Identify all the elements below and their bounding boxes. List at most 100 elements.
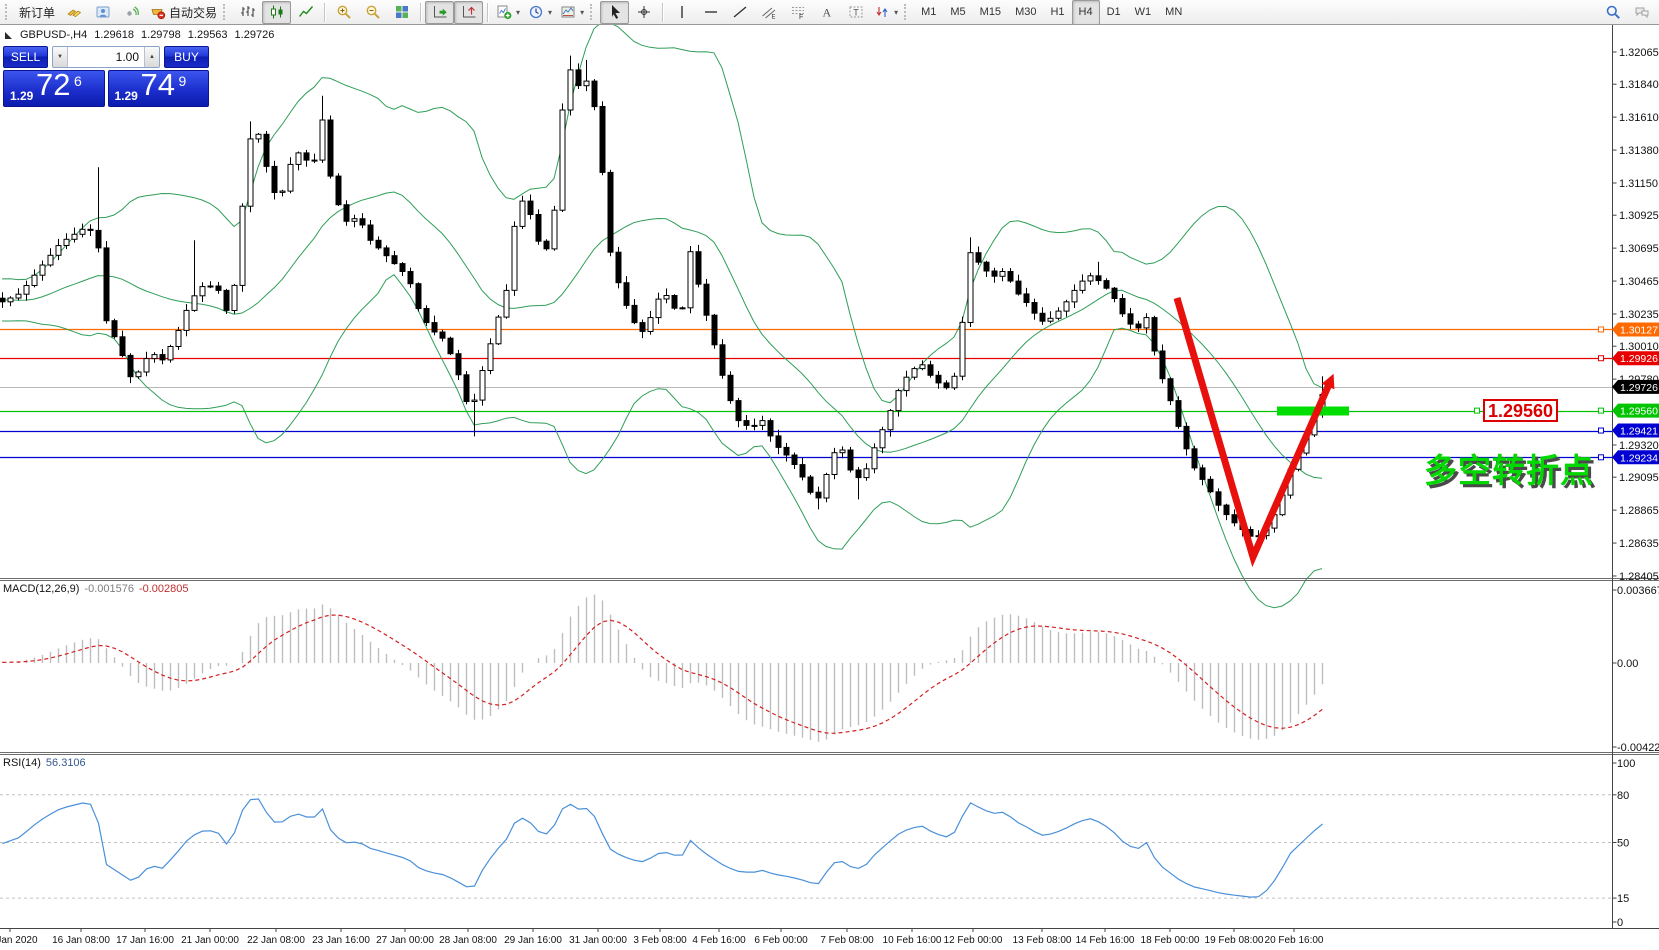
volume-increase-button[interactable]: ▲ xyxy=(144,47,159,67)
chart-shift-icon[interactable] xyxy=(454,1,483,24)
timeframe-m15[interactable]: M15 xyxy=(973,0,1008,25)
toolbar: 新订单 自动交易 ▾ ▾ ▾ E F AT ▾ M1M5M15 M30 H1 H4 D1W1 MN xyxy=(0,0,1659,25)
chart-corner-icon xyxy=(4,31,13,40)
toolbar-separator xyxy=(662,3,663,22)
equidistant-channel-icon[interactable]: E xyxy=(754,1,783,24)
new-order-button[interactable]: 新订单 xyxy=(15,1,59,24)
templates-icon[interactable]: ▾ xyxy=(556,1,588,24)
text-icon[interactable]: A xyxy=(812,1,841,24)
time-axis[interactable]: 15 Jan 202016 Jan 08:0017 Jan 16:0021 Ja… xyxy=(0,928,1324,946)
price-tick-label: 1.28635 xyxy=(1619,538,1659,550)
price-tick-label: 1.30465 xyxy=(1619,276,1659,288)
time-tick-label: 28 Jan 08:00 xyxy=(439,935,497,946)
volume-input[interactable] xyxy=(68,47,144,67)
timeframe-mn-label: MN xyxy=(1165,6,1182,18)
price-tag-label: 1.29421 xyxy=(1620,426,1658,438)
line-chart-icon xyxy=(298,4,314,20)
chart-canvas[interactable]: 1.320651.318401.316101.313801.311501.309… xyxy=(0,25,1659,950)
price-tag-label: 1.29560 xyxy=(1620,406,1658,418)
trendline-icon[interactable] xyxy=(725,1,754,24)
crosshair-icon[interactable] xyxy=(629,1,658,24)
svg-text:F: F xyxy=(799,14,803,20)
autotrading-icon xyxy=(150,4,166,20)
auto-scroll-icon[interactable] xyxy=(425,1,454,24)
tile-windows-icon[interactable] xyxy=(387,1,416,24)
buy-price-sup: 9 xyxy=(179,73,187,89)
time-tick-label: 3 Feb 08:00 xyxy=(633,935,687,946)
toolbar-grip xyxy=(904,4,910,20)
ohlc-close: 1.29726 xyxy=(235,29,275,41)
arrows-icon[interactable]: ▾ xyxy=(870,1,902,24)
volume-stepper: ▼ ▲ xyxy=(52,46,160,68)
timeframe-d1[interactable]: D1 xyxy=(1100,0,1128,25)
line-handle[interactable] xyxy=(1599,356,1604,361)
timeframe-h1[interactable]: H1 xyxy=(1043,0,1071,25)
chat-icon[interactable] xyxy=(1627,1,1656,24)
time-tick-label: 31 Jan 00:00 xyxy=(569,935,627,946)
periods-icon[interactable]: ▾ xyxy=(524,1,556,24)
dropdown-arrow-icon[interactable]: ▾ xyxy=(548,8,552,17)
price-tick-label: 1.29095 xyxy=(1619,472,1659,484)
line-handle[interactable] xyxy=(1599,455,1604,460)
rsi-value: 56.3106 xyxy=(46,757,86,769)
red-trend-arrow[interactable] xyxy=(1177,298,1330,557)
fibonacci-icon[interactable]: F xyxy=(783,1,812,24)
timeframe-m30-label: M30 xyxy=(1015,6,1036,18)
time-tick-label: 10 Feb 16:00 xyxy=(883,935,942,946)
auto-trading-button-label: 自动交易 xyxy=(169,4,217,21)
chat-icon xyxy=(1634,4,1650,20)
dropdown-arrow-icon[interactable]: ▾ xyxy=(894,8,898,17)
toolbar-separator xyxy=(324,3,325,22)
bar-chart-icon[interactable] xyxy=(233,1,262,24)
chart-area[interactable]: 1.320651.318401.316101.313801.311501.309… xyxy=(0,25,1659,950)
signal-center-icon[interactable] xyxy=(117,1,146,24)
zoom-in-icon[interactable] xyxy=(329,1,358,24)
cursor-icon[interactable] xyxy=(600,1,629,24)
line-handle[interactable] xyxy=(1599,428,1604,433)
dropdown-arrow-icon[interactable]: ▾ xyxy=(580,8,584,17)
price-callout-box[interactable]: 1.29560 xyxy=(1483,399,1558,422)
time-tick-label: 4 Feb 16:00 xyxy=(692,935,746,946)
price-tick-label: 1.31610 xyxy=(1619,112,1659,124)
zoom-out-icon[interactable] xyxy=(358,1,387,24)
new-chart-icon[interactable]: ▾ xyxy=(492,1,524,24)
pivot-note-text[interactable]: 多空转折点 xyxy=(1424,444,1594,492)
rsi-line xyxy=(3,799,1323,897)
timeframe-h4-label: H4 xyxy=(1079,6,1093,18)
timeframe-w1[interactable]: W1 xyxy=(1128,0,1159,25)
line-chart-icon[interactable] xyxy=(291,1,320,24)
rsi-pane xyxy=(0,795,1613,898)
rsi-indicator-label: RSI(14) 56.3106 xyxy=(3,757,86,769)
new-order-button-label: 新订单 xyxy=(19,4,55,21)
line-handle[interactable] xyxy=(1599,327,1604,332)
account-icon[interactable] xyxy=(88,1,117,24)
vertical-line-icon[interactable] xyxy=(667,1,696,24)
candles-layer xyxy=(0,56,1325,551)
search-icon[interactable] xyxy=(1598,1,1627,24)
line-handle[interactable] xyxy=(1599,408,1604,413)
dropdown-arrow-icon[interactable]: ▾ xyxy=(516,8,520,17)
timeframe-m5[interactable]: M5 xyxy=(943,0,972,25)
auto-trading-button[interactable]: 自动交易 xyxy=(146,1,221,24)
time-tick-label: 19 Feb 08:00 xyxy=(1205,935,1264,946)
toolbar-grip xyxy=(5,4,11,20)
buy-price-button[interactable]: 1.29 74 9 xyxy=(108,70,210,107)
timeframe-m1[interactable]: M1 xyxy=(914,0,943,25)
sell-button[interactable]: SELL xyxy=(3,46,48,68)
price-axis[interactable]: 1.320651.318401.316101.313801.311501.309… xyxy=(1612,47,1659,583)
price-tag-label: 1.29234 xyxy=(1620,452,1658,464)
text-label-icon[interactable]: T xyxy=(841,1,870,24)
candlestick-chart-icon[interactable] xyxy=(262,1,291,24)
rsi-name: RSI(14) xyxy=(3,757,41,769)
crosshair-icon xyxy=(636,4,652,20)
deposit-icon[interactable] xyxy=(59,1,88,24)
timeframe-h4[interactable]: H4 xyxy=(1072,0,1100,25)
line-handle[interactable] xyxy=(1475,408,1480,413)
timeframe-mn[interactable]: MN xyxy=(1158,0,1189,25)
volume-decrease-button[interactable]: ▼ xyxy=(53,47,68,67)
sell-price-button[interactable]: 1.29 72 6 xyxy=(3,70,105,107)
buy-button[interactable]: BUY xyxy=(164,46,209,68)
zoom-in-icon xyxy=(336,4,352,20)
horizontal-line-icon[interactable] xyxy=(696,1,725,24)
timeframe-m30[interactable]: M30 xyxy=(1008,0,1043,25)
